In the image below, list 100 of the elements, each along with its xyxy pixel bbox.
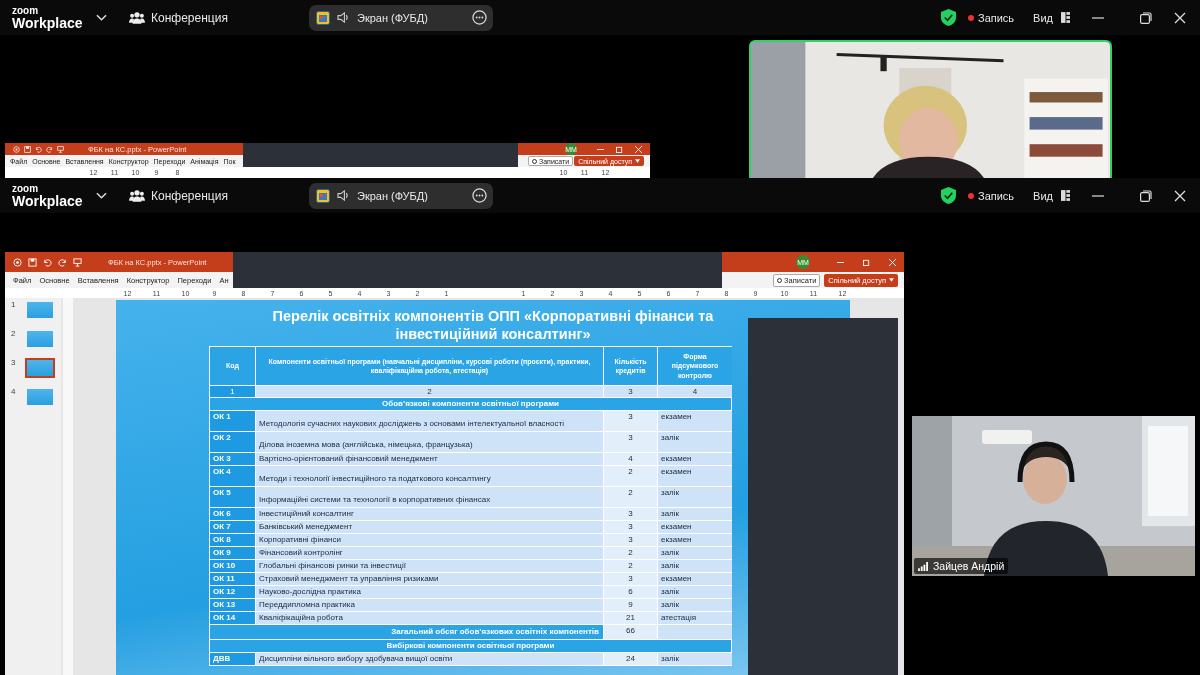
meeting-title[interactable]: Конференция [151,188,228,203]
slide-number: 2 [11,329,17,338]
signal-icon [918,561,929,571]
table-cell: ОК 7 [210,521,255,533]
presenter-icon[interactable] [73,257,82,267]
table-cell: 3 [604,411,657,431]
table-cell: 3 [604,521,657,533]
close-icon[interactable] [1174,189,1186,202]
speaker-icon[interactable] [337,12,350,23]
save-icon[interactable] [28,257,37,267]
video-tile[interactable]: Зайцев Андрій [912,416,1195,576]
app-logo: zoom Workplace [12,183,84,208]
table-cell: 3 [604,508,657,520]
table-cell: ОК 12 [210,586,255,598]
table-cell: екзамен [658,466,732,486]
chevron-down-icon[interactable] [96,13,107,22]
layout-icon[interactable] [1061,190,1070,201]
table-cell: ОК 13 [210,599,255,611]
table-cell: 3 [604,534,657,546]
undo-icon[interactable] [35,145,42,153]
meeting-title[interactable]: Конференция [151,10,228,25]
restore-icon[interactable] [1140,11,1152,24]
table-cell: Страховий менеджмент та управління ризиками [256,573,603,585]
table-cell: Дисципліни вільного вибору здобувача вищої освіти [256,653,603,665]
table-cell: 2 [604,466,657,486]
table-cell: ОК 8 [210,534,255,546]
shield-icon[interactable] [941,9,956,26]
table-cell: ОК 6 [210,508,255,520]
people-icon[interactable] [129,11,145,24]
table-cell: 9 [604,599,657,611]
app-icon [316,10,330,25]
undo-icon[interactable] [43,257,52,267]
view-button[interactable]: Вид [1033,11,1070,24]
section-header: Вибіркові компоненти освітньої програми [210,640,731,652]
table-cell: 24 [604,653,657,665]
table-cell: залік [658,560,732,572]
record-indicator[interactable]: Запись [968,189,1015,202]
speaker-icon[interactable] [337,190,350,201]
table-cell: екзамен [658,453,732,465]
table-cell: залік [658,432,732,452]
table-cell: ОК 9 [210,547,255,559]
redo-icon[interactable] [58,257,67,267]
table-cell: залік [658,508,732,520]
more-icon[interactable] [472,188,487,203]
table-cell: Методи і технології інвестиційного та податкового консалтингу [256,466,603,486]
slide-number: 1 [11,300,17,309]
layout-icon[interactable] [1061,12,1070,23]
table-cell: Корпоративні фінанси [256,534,603,546]
autosave-icon[interactable] [13,145,20,153]
shared-screen-label: Экран (ФУБД) [357,189,429,202]
column-number: 2 [256,386,603,397]
table-cell: Фінансовий контролінг [256,547,603,559]
table-cell: залік [658,547,732,559]
view-button[interactable]: Вид [1033,189,1070,202]
table-cell: Інвестиційний консалтинг [256,508,603,520]
autosave-icon[interactable] [13,257,22,267]
table-cell: 4 [604,453,657,465]
table-cell: залік [658,599,732,611]
table-cell: Науково-дослідна практика [256,586,603,598]
table-cell: Кваліфікаційна робота [256,612,603,624]
save-icon[interactable] [24,145,31,153]
table-cell: атестація [658,612,732,624]
table-cell: Глобальні фінансові ринки та інвестиції [256,560,603,572]
slide-number: 4 [11,387,17,396]
people-icon[interactable] [129,189,145,202]
column-number: 1 [210,386,255,397]
table-cell: 2 [604,487,657,507]
table-cell: 6 [604,586,657,598]
table-cell: Банківський менеджмент [256,521,603,533]
table-cell: 21 [604,612,657,624]
table-cell: ДВВ [210,653,255,665]
table-cell: залік [658,586,732,598]
table-cell: Ділова іноземна мова (англійська, німецька, французька) [256,432,603,452]
slide-title: Перелік освітніх компонентів ОПП «Корпоративні фінанси та інвестиційний консалтинг» [271,307,715,343]
chevron-down-icon[interactable] [96,191,107,200]
table-cell: 3 [604,432,657,452]
restore-icon[interactable] [1140,189,1152,202]
caret-icon[interactable] [635,159,640,163]
shared-screen-label: Экран (ФУБД) [357,11,429,24]
app-logo: zoom Workplace [12,5,84,30]
record-indicator[interactable]: Запись [968,11,1015,24]
section-header: Обов’язкові компоненти освітньої програми [210,398,731,410]
table-cell: 2 [604,560,657,572]
table-cell: ОК 11 [210,573,255,585]
redo-icon[interactable] [46,145,53,153]
table-cell: 3 [604,573,657,585]
table-cell: Вартісно-орієнтований фінансовий менеджмент [256,453,603,465]
slide-number: 3 [11,358,17,367]
close-icon[interactable] [1174,11,1186,24]
slide-thumbnail[interactable] [25,358,55,378]
total-label: Загальний обсяг обов’язкових освітніх компонентів [210,625,603,639]
shield-icon[interactable] [941,187,956,204]
table-cell: ОК 5 [210,487,255,507]
table-cell: ОК 2 [210,432,255,452]
more-icon[interactable] [472,10,487,25]
presenter-icon[interactable] [57,145,64,153]
caret-icon[interactable] [889,278,894,282]
table-cell: залік [658,487,732,507]
table-cell: ОК 1 [210,411,255,431]
table-cell: ОК 14 [210,612,255,624]
